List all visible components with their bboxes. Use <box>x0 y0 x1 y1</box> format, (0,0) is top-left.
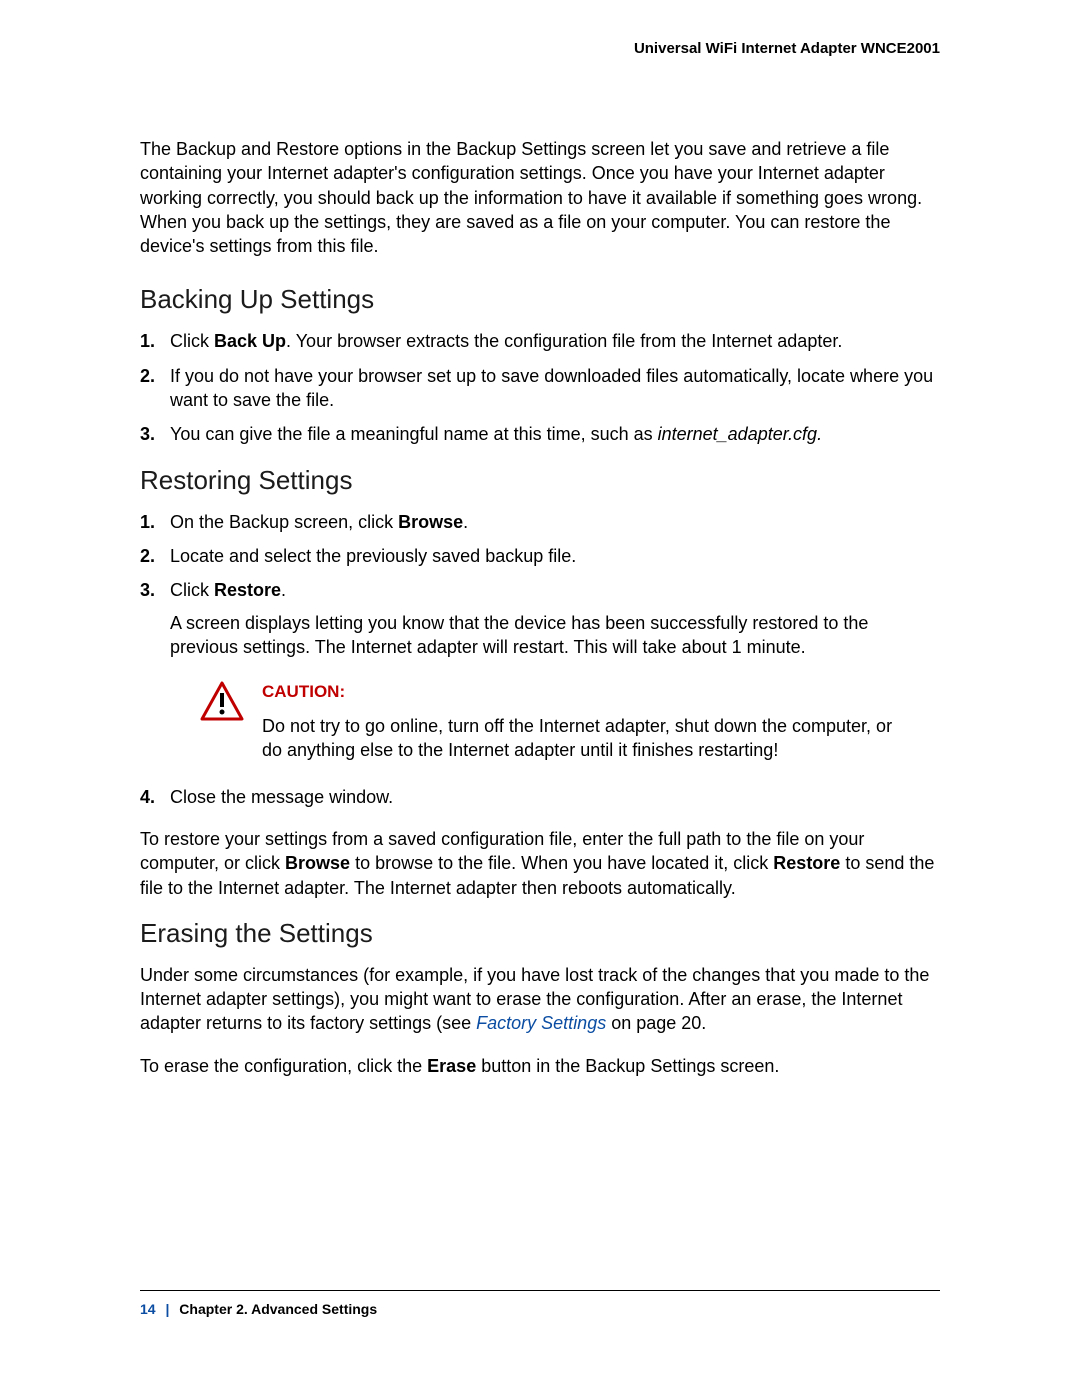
para-text: To erase the configuration, click the <box>140 1056 427 1076</box>
erase-paragraph-2: To erase the configuration, click the Er… <box>140 1054 940 1078</box>
inline-bold: Restore <box>773 853 840 873</box>
caution-box: CAUTION: Do not try to go online, turn o… <box>200 681 940 763</box>
list-item: Close the message window. <box>140 785 940 809</box>
cross-reference-link[interactable]: Factory Settings <box>476 1013 606 1033</box>
step-text: Click <box>170 580 214 600</box>
caution-content: CAUTION: Do not try to go online, turn o… <box>262 681 900 763</box>
footer-separator: | <box>159 1301 175 1317</box>
list-item: Locate and select the previously saved b… <box>140 544 940 568</box>
step-followup: A screen displays letting you know that … <box>170 611 940 660</box>
running-header: Universal WiFi Internet Adapter WNCE2001 <box>140 40 940 57</box>
footer-page-number: 14 <box>140 1301 156 1317</box>
list-item: On the Backup screen, click Browse. <box>140 510 940 534</box>
inline-bold: Browse <box>398 512 463 532</box>
heading-erasing: Erasing the Settings <box>140 918 940 949</box>
list-item: Click Restore. A screen displays letting… <box>140 578 940 762</box>
step-text: On the Backup screen, click <box>170 512 398 532</box>
restoring-steps: On the Backup screen, click Browse. Loca… <box>140 510 940 809</box>
step-text: . <box>281 580 286 600</box>
list-item: If you do not have your browser set up t… <box>140 364 940 413</box>
heading-restoring: Restoring Settings <box>140 465 940 496</box>
intro-paragraph: The Backup and Restore options in the Ba… <box>140 137 940 258</box>
step-text: You can give the file a meaningful name … <box>170 424 658 444</box>
caution-text: Do not try to go online, turn off the In… <box>262 714 900 763</box>
document-page: Universal WiFi Internet Adapter WNCE2001… <box>0 0 1080 1397</box>
inline-bold: Restore <box>214 580 281 600</box>
para-text: on page 20. <box>606 1013 706 1033</box>
footer-chapter: Chapter 2. Advanced Settings <box>179 1301 377 1317</box>
heading-backing-up: Backing Up Settings <box>140 284 940 315</box>
inline-italic: internet_adapter.cfg. <box>658 424 822 444</box>
inline-bold: Back Up <box>214 331 286 351</box>
restore-paragraph: To restore your settings from a saved co… <box>140 827 940 900</box>
inline-bold: Erase <box>427 1056 476 1076</box>
backing-up-steps: Click Back Up. Your browser extracts the… <box>140 329 940 446</box>
inline-bold: Browse <box>285 853 350 873</box>
list-item: Click Back Up. Your browser extracts the… <box>140 329 940 353</box>
step-text: Click <box>170 331 214 351</box>
step-text: . <box>463 512 468 532</box>
para-text: to browse to the file. When you have loc… <box>350 853 773 873</box>
step-text: . Your browser extracts the configuratio… <box>286 331 842 351</box>
caution-label: CAUTION: <box>262 681 900 704</box>
caution-icon <box>200 681 244 727</box>
list-item: You can give the file a meaningful name … <box>140 422 940 446</box>
page-footer: 14 | Chapter 2. Advanced Settings <box>140 1290 940 1317</box>
para-text: button in the Backup Settings screen. <box>476 1056 779 1076</box>
erase-paragraph-1: Under some circumstances (for example, i… <box>140 963 940 1036</box>
